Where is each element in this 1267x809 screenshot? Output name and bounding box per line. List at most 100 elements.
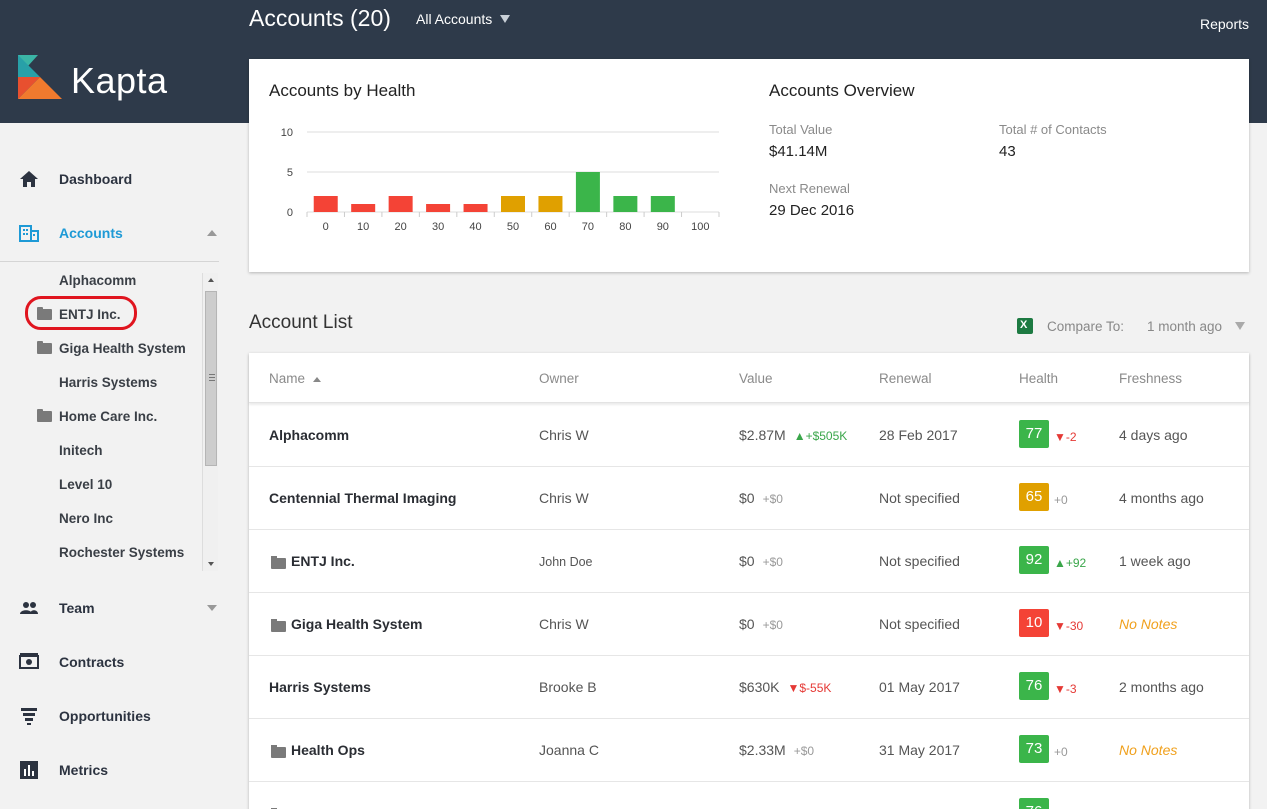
account-name[interactable]: Alphacomm (269, 427, 349, 443)
account-owner: Chris W (539, 490, 589, 506)
bar-40[interactable] (463, 204, 488, 212)
sidebar-account-label: Harris Systems (59, 374, 158, 390)
sidebar-account-item[interactable]: Home Care Inc. (0, 399, 200, 433)
bar-80[interactable] (613, 196, 638, 212)
nav-accounts[interactable]: Accounts (0, 215, 232, 251)
x-tick-label: 10 (357, 221, 369, 233)
table-row[interactable]: ENTJ Inc. John Doe $0 +$0 Not specified 92 ▲+9… (249, 530, 1249, 593)
excel-export-icon[interactable] (1017, 318, 1033, 334)
health-card-title: Accounts by Health (269, 81, 416, 100)
chevron-down-icon[interactable] (207, 605, 217, 611)
health-change: ▲+92 (1054, 556, 1087, 570)
account-name[interactable]: Harris Systems (269, 679, 371, 695)
sort-ascending-icon (313, 376, 322, 382)
value-change: +$0 (793, 744, 815, 758)
sidebar-account-label: Nero Inc (59, 510, 114, 526)
chevron-down-icon[interactable] (1235, 322, 1245, 330)
bar-70[interactable] (575, 172, 600, 212)
sidebar-account-item[interactable]: Level 10 (0, 467, 200, 501)
account-name[interactable]: Centennial Thermal Imaging (269, 490, 456, 506)
column-header-renewal[interactable]: Renewal (879, 371, 932, 386)
compare-dropdown[interactable]: 1 month ago (1147, 319, 1222, 334)
x-tick-label: 40 (469, 221, 481, 233)
bar-60[interactable] (538, 196, 563, 212)
nav-team[interactable]: Team (0, 590, 232, 626)
x-tick-label: 50 (507, 221, 519, 233)
account-value: $2.33M +$0 (739, 742, 814, 758)
nav-metrics[interactable]: Metrics (0, 752, 232, 788)
health-badge: 76 (1019, 672, 1049, 700)
x-tick-label: 0 (323, 221, 329, 233)
grip-icon (209, 374, 215, 375)
table-row[interactable]: Centennial Thermal Imaging Chris W $0 +$0 No… (249, 467, 1249, 530)
scroll-down-icon[interactable] (208, 562, 214, 566)
bar-0[interactable] (313, 196, 338, 212)
money-icon (19, 653, 39, 669)
sidebar-account-item[interactable]: Rochester Systems (0, 535, 200, 569)
bar-50[interactable] (501, 196, 525, 212)
nav-dashboard[interactable]: Dashboard (0, 161, 232, 197)
sidebar-account-item[interactable]: Initech (0, 433, 200, 467)
health-bar-chart: 05100 10 20 30 40 50 60 70 80 90 100 (281, 127, 720, 233)
column-header-owner[interactable]: Owner (539, 371, 579, 386)
table-row[interactable]: Harris Systems Brooke B $630K ▼$-55K 01 May … (249, 656, 1249, 719)
x-tick-label: 60 (544, 221, 556, 233)
account-name[interactable]: ENTJ Inc. (291, 553, 355, 569)
reports-link[interactable]: Reports (1200, 16, 1249, 32)
column-header-name[interactable]: Name (269, 371, 322, 386)
health-badge: 73 (1019, 735, 1049, 763)
nav-contracts-label: Contracts (59, 654, 125, 670)
sidebar-account-item[interactable]: Giga Health System (0, 331, 200, 365)
account-owner: Chris W (539, 427, 589, 443)
nav-opportunities[interactable]: Opportunities (0, 698, 232, 734)
account-owner: John Doe (539, 555, 593, 569)
health-change: +0 (1054, 745, 1068, 759)
health-badge: 10 (1019, 609, 1049, 637)
scroll-up-icon[interactable] (208, 278, 214, 282)
chevron-up-icon[interactable] (207, 230, 217, 236)
column-header-label: Name (269, 371, 306, 386)
freshness: 4 months ago (1119, 490, 1204, 506)
account-value: $0 +$0 (739, 553, 783, 569)
sidebar-scrollbar[interactable] (202, 273, 218, 571)
value-amount: $0 (739, 553, 755, 569)
table-row[interactable]: Alphacomm Chris W $2.87M ▲+$505K 28 Feb 2017… (249, 404, 1249, 467)
sidebar-account-label: Home Care Inc. (59, 408, 158, 424)
column-header-value[interactable]: Value (739, 371, 773, 386)
sidebar-account-item[interactable]: Nero Inc (0, 501, 200, 535)
account-name[interactable]: Health Ops (291, 742, 365, 758)
account-name[interactable]: Giga Health System (291, 616, 423, 632)
renewal-value: 29 Dec 2016 (769, 202, 855, 219)
sidebar-account-label: Initech (59, 442, 103, 458)
account-owner: Brooke B (539, 679, 597, 695)
nav-accounts-label: Accounts (59, 225, 123, 241)
folder-icon (271, 745, 286, 758)
people-icon (20, 602, 38, 614)
table-row[interactable]: Health Ops Joanna C $2.33M +$0 31 May 2017 73… (249, 719, 1249, 782)
renewal-date: 31 May 2017 (879, 742, 960, 758)
bar-10[interactable] (351, 204, 376, 212)
page-title: Accounts (20) (249, 5, 391, 31)
table-row[interactable]: Giga Health System Chris W $0 +$0 Not specif… (249, 593, 1249, 656)
account-filter-dropdown[interactable]: All Accounts (416, 11, 511, 27)
y-tick-label: 0 (287, 207, 293, 219)
sidebar-account-item[interactable]: Alphacomm (0, 263, 200, 297)
sidebar-account-item[interactable]: Harris Systems (0, 365, 200, 399)
column-header-health[interactable]: Health (1019, 371, 1058, 386)
renewal-date: Not specified (879, 490, 960, 506)
health-badge: 92 (1019, 546, 1049, 574)
folder-icon (271, 556, 286, 569)
value-change: +$0 (762, 555, 783, 569)
bar-30[interactable] (426, 204, 451, 212)
renewal-date: 01 May 2017 (879, 679, 960, 695)
nav-contracts[interactable]: Contracts (0, 644, 232, 680)
health-change: ▼-2 (1054, 430, 1077, 444)
account-table: Name Owner Value Renewal Health Freshnes… (249, 353, 1249, 809)
bar-20[interactable] (388, 196, 413, 212)
column-header-freshness[interactable]: Freshness (1119, 371, 1182, 386)
account-filter-label: All Accounts (416, 11, 493, 27)
bar-90[interactable] (650, 196, 675, 212)
x-tick-label: 30 (432, 221, 444, 233)
table-row[interactable]: 76 (249, 782, 1249, 809)
scroll-thumb[interactable] (205, 291, 217, 466)
